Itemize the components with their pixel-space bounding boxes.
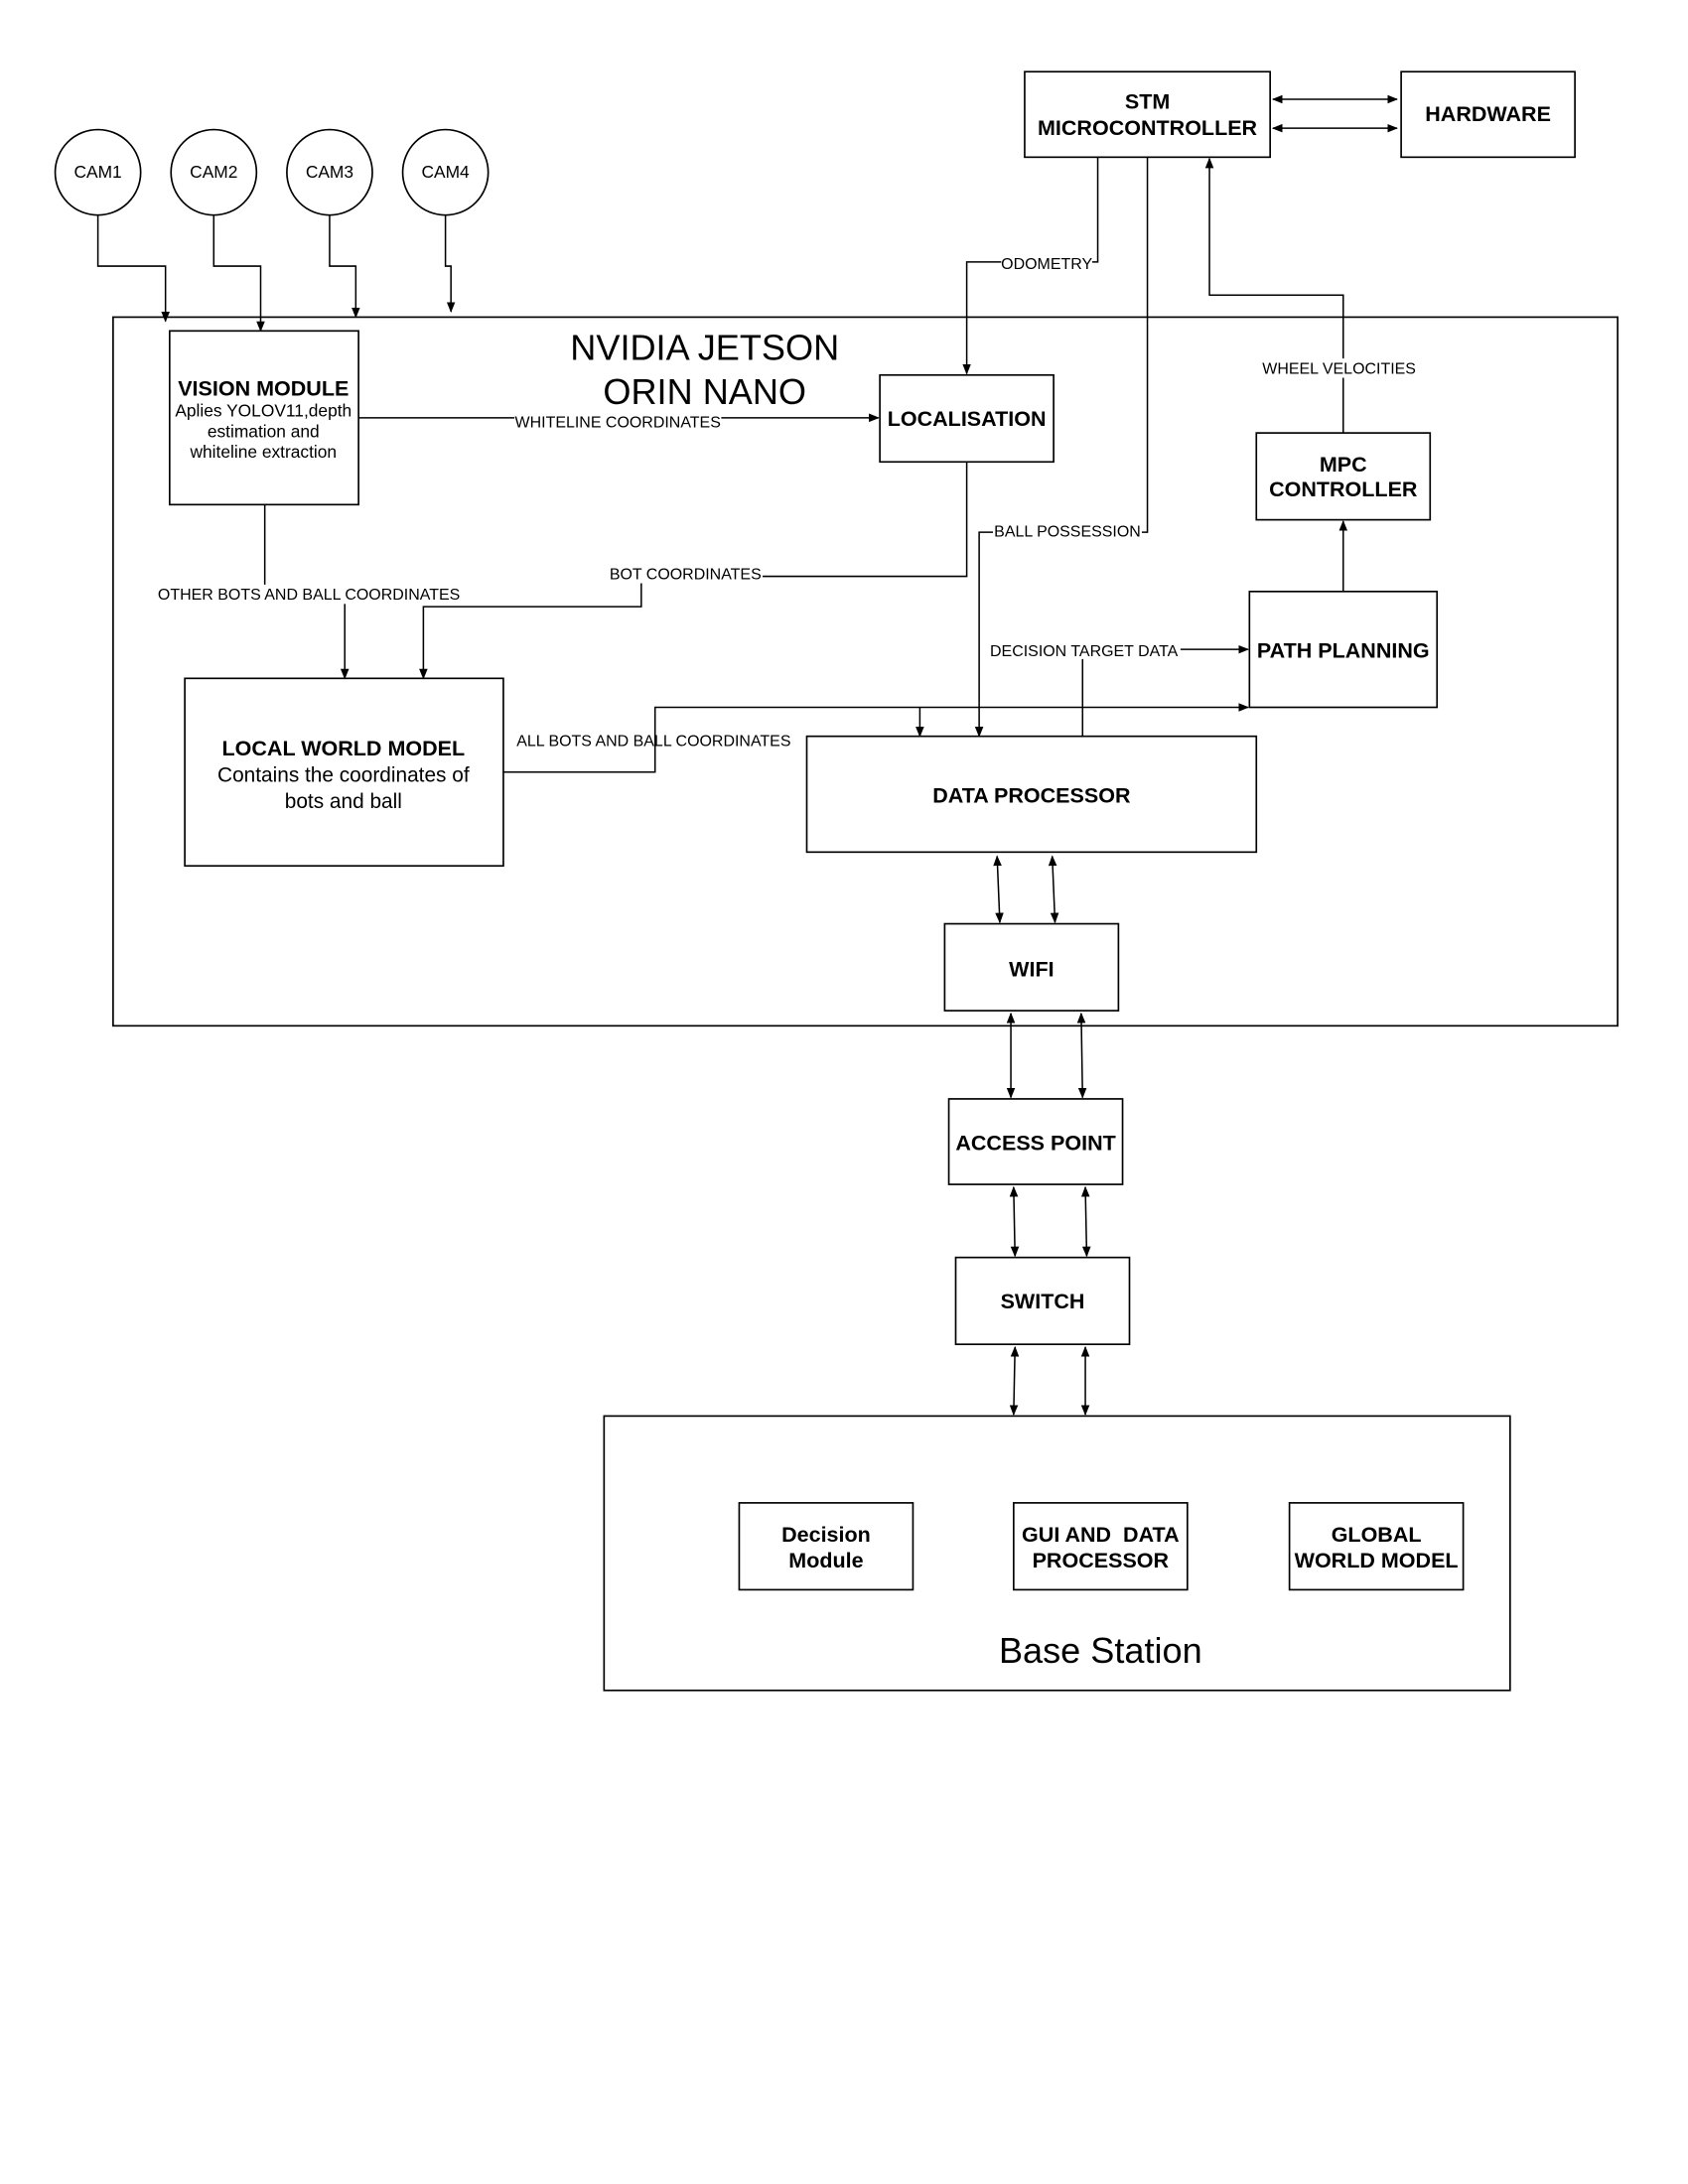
- ap-switch-edge: [1080, 1185, 1091, 1258]
- wifi-label: WIFI: [1009, 957, 1054, 981]
- ap-switch-edge: [1009, 1185, 1020, 1258]
- camera-cam1: CAM1: [54, 128, 142, 216]
- whiteline-label: WHITELINE COORDINATES: [515, 415, 721, 432]
- vision-module-desc: Aplies YOLOV11,depth: [175, 400, 352, 420]
- svg-text:CAM4: CAM4: [421, 162, 470, 182]
- svg-text:CAM1: CAM1: [73, 162, 121, 182]
- jetson-title-2: ORIN NANO: [603, 371, 806, 412]
- lwm-title: LOCAL WORLD MODEL: [222, 737, 466, 760]
- mpc-label: MPC: [1320, 453, 1367, 477]
- camera-cam4: CAM4: [401, 128, 490, 216]
- all-bots-label: ALL BOTS AND BALL COORDINATES: [516, 733, 790, 750]
- data-processor-label: DATA PROCESSOR: [932, 783, 1131, 807]
- mpc-label: CONTROLLER: [1269, 478, 1418, 501]
- other-bots-label: OTHER BOTS AND BALL COORDINATES: [158, 587, 460, 604]
- vision-module-desc: estimation and: [208, 421, 320, 441]
- vision-module-title: VISION MODULE: [178, 377, 349, 401]
- wheel-velocities-label: WHEEL VELOCITIES: [1262, 360, 1416, 377]
- access-point-label: ACCESS POINT: [955, 1131, 1115, 1155]
- stm-label: STM: [1125, 90, 1170, 114]
- ball-possession-label: BALL POSSESSION: [994, 523, 1141, 540]
- svg-text:CAM2: CAM2: [190, 162, 237, 182]
- system-architecture-diagram: NVIDIA JETSON ORIN NANO CAM1 CAM2 CAM3 C…: [54, 70, 1618, 1692]
- decision-module-label: Decision: [781, 1523, 871, 1547]
- stm-box: [1024, 70, 1271, 159]
- global-world-model-label: GLOBAL: [1332, 1523, 1422, 1547]
- camera-cam2: CAM2: [170, 128, 258, 216]
- jetson-title-1: NVIDIA JETSON: [570, 328, 839, 368]
- decision-target-label: DECISION TARGET DATA: [990, 643, 1179, 660]
- gui-label: GUI AND DATA: [1022, 1523, 1180, 1547]
- localisation-label: LOCALISATION: [888, 407, 1047, 431]
- svg-text:CAM3: CAM3: [306, 162, 353, 182]
- bot-coordinates-label: BOT COORDINATES: [610, 566, 762, 583]
- switch-base-edge: [1009, 1345, 1020, 1417]
- lwm-desc: bots and ball: [285, 790, 402, 813]
- stm-label: MICROCONTROLLER: [1038, 116, 1258, 140]
- base-station-title: Base Station: [999, 1630, 1202, 1671]
- vision-module-desc: whiteline extraction: [189, 442, 337, 462]
- switch-label: SWITCH: [1001, 1290, 1085, 1313]
- cam1-edge: [96, 214, 170, 323]
- gui-label: PROCESSOR: [1033, 1549, 1170, 1572]
- path-planning-label: PATH PLANNING: [1257, 639, 1430, 663]
- cam4-edge: [444, 214, 456, 313]
- lwm-desc: Contains the coordinates of: [217, 764, 470, 787]
- global-world-model-label: WORLD MODEL: [1295, 1549, 1459, 1572]
- camera-cam3: CAM3: [286, 128, 373, 216]
- cam2-edge: [212, 214, 265, 333]
- cam3-edge: [329, 214, 360, 319]
- decision-module-label: Module: [788, 1549, 863, 1572]
- odometry-label: ODOMETRY: [1001, 256, 1092, 273]
- hardware-label: HARDWARE: [1425, 102, 1551, 126]
